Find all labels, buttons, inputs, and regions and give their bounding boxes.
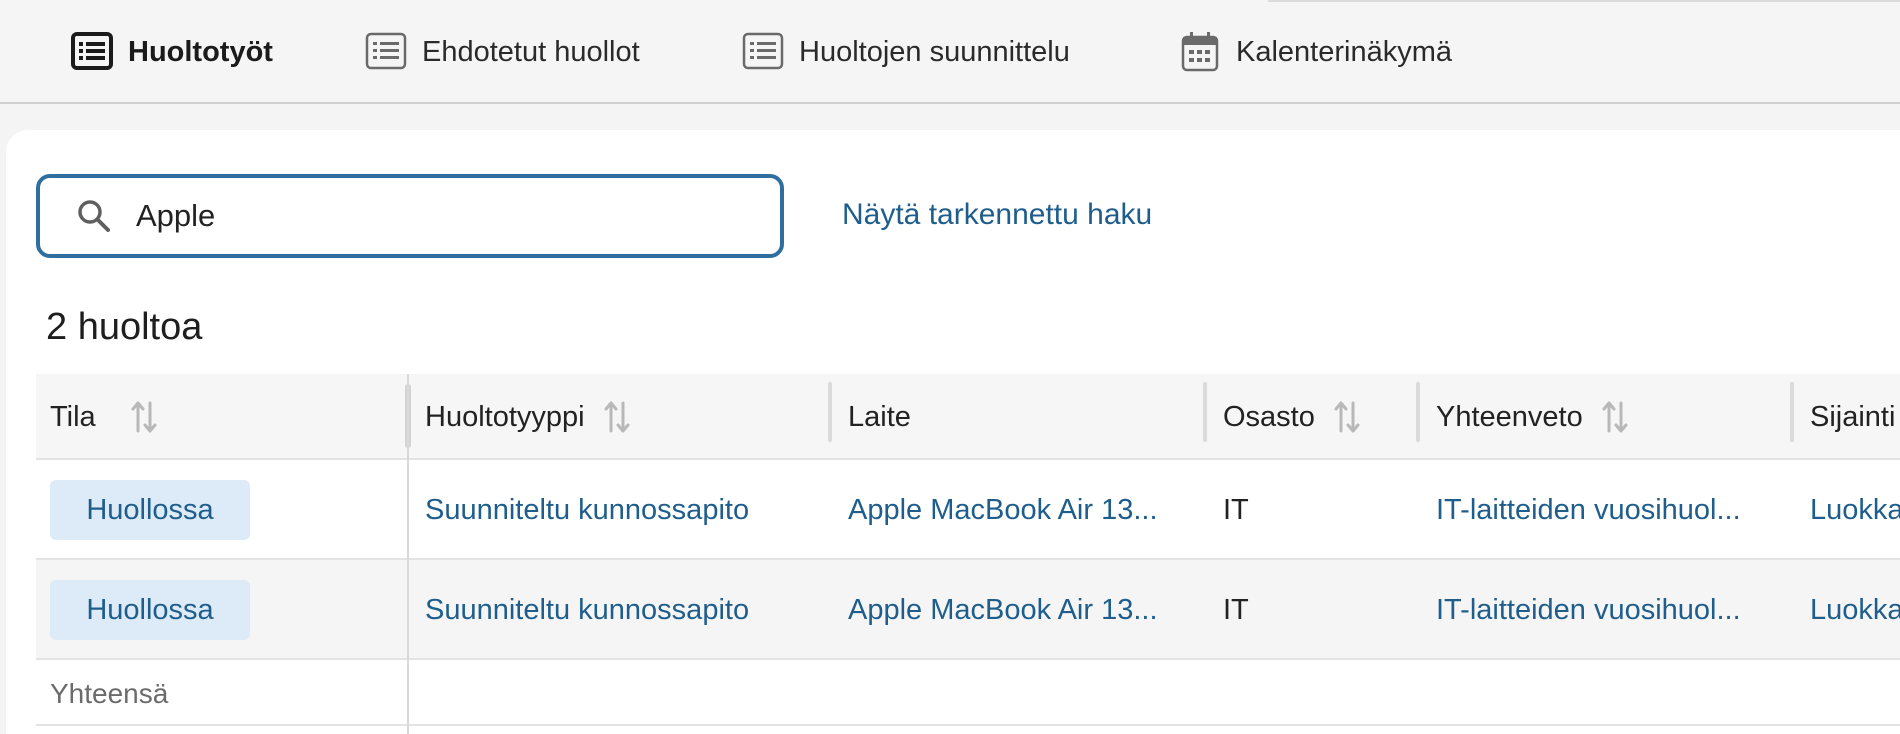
frozen-column-divider [407,374,409,734]
column-header-laite[interactable]: Laite [848,374,911,460]
sort-icon[interactable] [128,397,160,437]
tab-kalenterinakyma[interactable]: Kalenterinäkymä [1178,26,1452,78]
tab-bar-divider [1268,0,1900,2]
tab-ehdotetut-huollot[interactable]: Ehdotetut huollot [364,26,640,78]
summary-link[interactable]: IT-laitteiden vuosihuol... [1436,560,1790,660]
table-header: Tila Huoltotyyppi Laite Osasto Yhteenvet… [36,374,1900,460]
tab-huoltotyot[interactable]: Huoltotyöt [70,26,273,78]
column-resize-handle[interactable] [1203,382,1207,442]
tab-huoltojen-suunnittelu[interactable]: Huoltojen suunnittelu [741,26,1070,78]
list-icon [364,30,408,74]
tab-label: Huoltojen suunnittelu [799,35,1070,68]
list-icon [70,30,114,74]
column-header-sijainti[interactable]: Sijainti [1810,374,1895,460]
status-badge[interactable]: Huollossa [50,480,250,540]
device-link[interactable]: Apple MacBook Air 13... [848,460,1203,560]
device-link[interactable]: Apple MacBook Air 13... [848,560,1203,660]
table-footer: Yhteensä [36,662,1900,726]
maintenance-type-link[interactable]: Suunniteltu kunnossapito [425,460,749,560]
column-header-osasto[interactable]: Osasto [1223,374,1363,460]
search-input[interactable] [136,198,736,234]
maintenance-table: Tila Huoltotyyppi Laite Osasto Yhteenvet… [36,374,1900,734]
sort-icon[interactable] [1331,397,1363,437]
tab-label: Huoltotyöt [128,35,273,68]
sort-icon[interactable] [601,397,633,437]
table-row[interactable]: Huollossa Suunniteltu kunnossapito Apple… [36,460,1900,560]
maintenance-type-link[interactable]: Suunniteltu kunnossapito [425,560,749,660]
department-cell: IT [1223,493,1249,526]
sort-icon[interactable] [1599,397,1631,437]
location-link[interactable]: Luokka [1810,460,1900,560]
total-label: Yhteensä [50,678,169,709]
advanced-search-link[interactable]: Näytä tarkennettu haku [842,198,1152,232]
location-link[interactable]: Luokka [1810,560,1900,660]
status-badge[interactable]: Huollossa [50,580,250,640]
tab-bar: Huoltotyöt Ehdotetut huollot Huoltojen s… [0,0,1900,104]
column-header-yhteenveto[interactable]: Yhteenveto [1436,374,1631,460]
summary-link[interactable]: IT-laitteiden vuosihuol... [1436,460,1790,560]
table-row[interactable]: Huollossa Suunniteltu kunnossapito Apple… [36,560,1900,660]
column-resize-handle[interactable] [828,382,832,442]
tab-label: Kalenterinäkymä [1236,35,1452,68]
column-resize-handle[interactable] [1416,382,1420,442]
department-cell: IT [1223,593,1249,626]
column-resize-handle[interactable] [1790,382,1794,442]
tab-label: Ehdotetut huollot [422,35,640,68]
search-icon [74,196,114,236]
column-header-huoltotyyppi[interactable]: Huoltotyyppi [425,374,633,460]
result-count: 2 huoltoa [46,306,203,348]
calendar-icon [1178,30,1222,74]
search-box[interactable] [36,174,784,258]
list-icon [741,30,785,74]
column-header-tila[interactable]: Tila [50,374,160,460]
